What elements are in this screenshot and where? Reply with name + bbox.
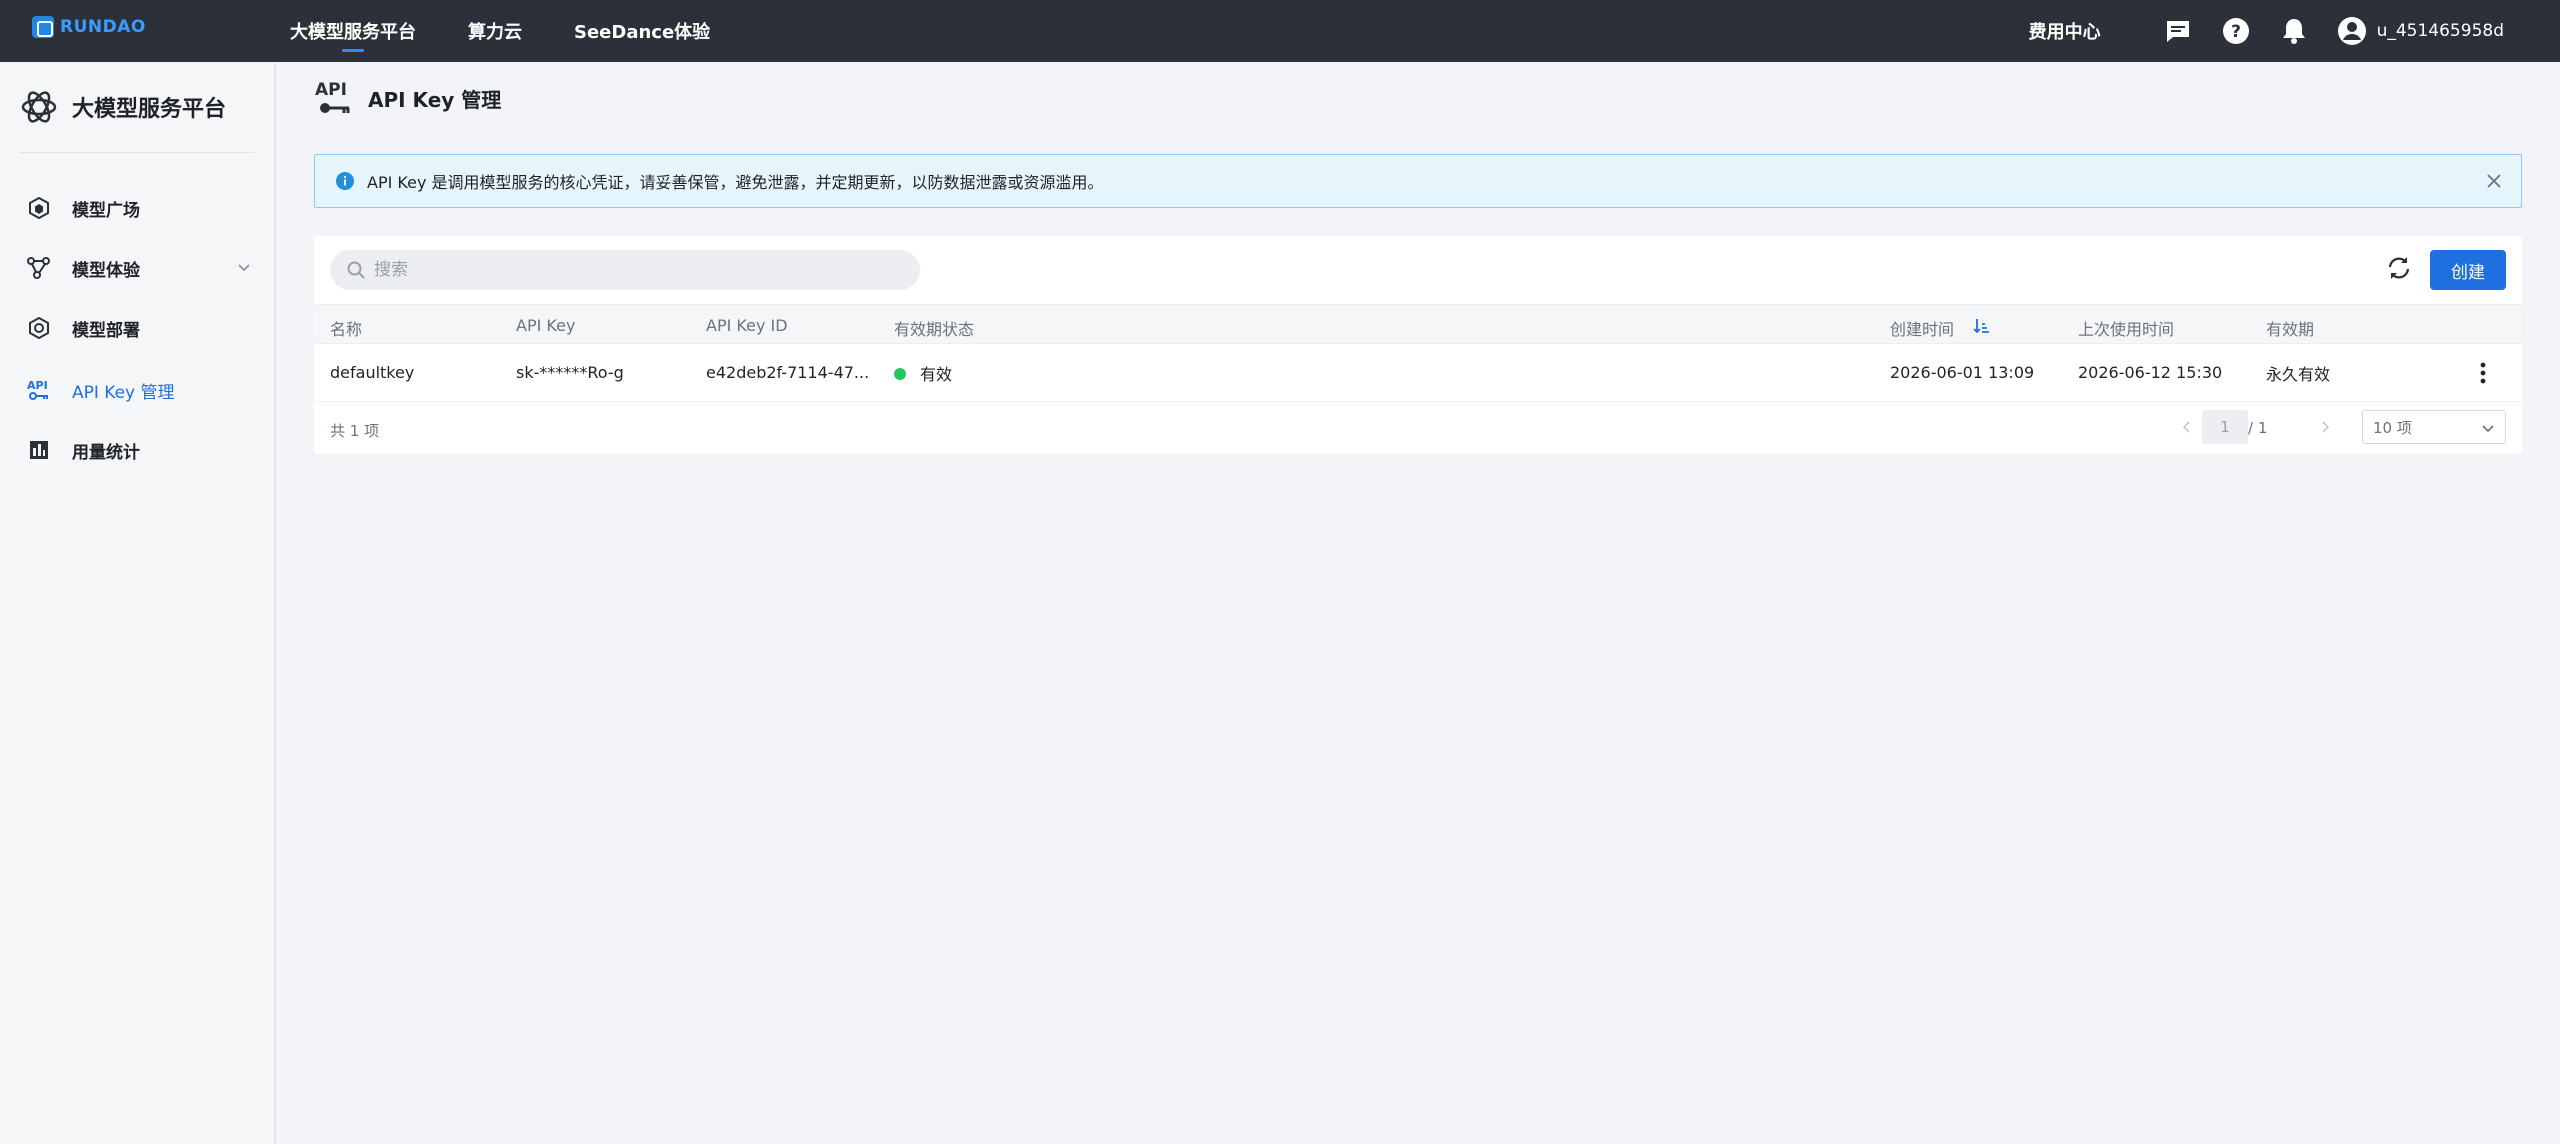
cell-api-key-id[interactable]: e42deb2f-7114-47... [706,363,869,382]
cell-last-used: 2026-06-12 15:30 [2078,363,2223,382]
column-header-status: 有效期状态 [894,320,975,339]
table-row[interactable]: defaultkey sk-******Ro-g e42deb2f-7114-4… [314,344,2522,402]
logo-icon [32,16,54,38]
more-actions-icon[interactable] [2468,358,2498,388]
svg-text:?: ? [2231,22,2241,42]
svg-text:API: API [315,80,347,100]
notification-bell-icon[interactable] [2279,16,2309,46]
info-icon [336,172,354,190]
close-icon[interactable] [2485,172,2503,190]
bar-chart-icon [26,437,52,463]
chevron-left-icon [2182,421,2190,433]
refresh-icon[interactable] [2384,253,2414,283]
sidebar-item-model-square[interactable]: 模型广场 [0,182,276,234]
chevron-down-icon [2482,425,2494,433]
sidebar-item-label: 模型部署 [72,320,140,341]
fee-center-link[interactable]: 费用中心 [2029,18,2101,44]
top-right-actions: 费用中心 ? u_451465958d [2029,0,2504,62]
cell-status: 有效 [920,365,953,384]
sidebar-brand-title: 大模型服务平台 [72,97,227,122]
search-icon [347,261,365,279]
column-header-api-key: API Key [516,316,576,335]
molecule-icon [26,255,52,281]
column-header-api-key-id: API Key ID [706,316,788,335]
chevron-down-icon[interactable] [236,259,252,275]
cell-created: 2026-06-01 13:09 [1890,363,2035,382]
sidebar-item-api-key[interactable]: API API Key 管理 [0,364,276,416]
sort-icon[interactable] [1972,317,1990,335]
alert-text: API Key 是调用模型服务的核心凭证，请妥善保管，避免泄露，并定期更新，以防… [367,173,1104,192]
top-navigation-bar: RUNDAO 大模型服务平台 算力云 SeeDance体验 费用中心 ? u_4… [0,0,2560,62]
topnav-seedance[interactable]: SeeDance体验 [574,0,710,62]
sidebar-item-usage-stats[interactable]: 用量统计 [0,424,276,476]
svg-text:API: API [27,379,48,392]
username: u_451465958d [2376,21,2504,41]
logo-text: RUNDAO [60,17,146,37]
table-header: 名称 API Key API Key ID 有效期状态 创建时间 上次使用时间 … [314,304,2522,344]
search-box[interactable] [330,250,920,290]
info-alert: API Key 是调用模型服务的核心凭证，请妥善保管，避免泄露，并定期更新，以防… [314,154,2522,208]
sidebar: 大模型服务平台 模型广场 模型体验 模型部署 API API Key 管理 用量… [0,62,276,1144]
user-menu[interactable]: u_451465958d [2337,16,2504,46]
message-icon[interactable] [2163,16,2193,46]
cell-name: defaultkey [330,363,415,382]
sidebar-item-model-experience[interactable]: 模型体验 [0,242,276,294]
topnav-compute-cloud[interactable]: 算力云 [468,0,522,62]
column-header-name: 名称 [330,320,363,339]
hexagon-icon [26,195,52,221]
column-header-last-used: 上次使用时间 [2078,320,2175,339]
topnav-llm-platform[interactable]: 大模型服务平台 [290,0,416,62]
page-total: / 1 [2248,419,2268,437]
sidebar-item-model-deploy[interactable]: 模型部署 [0,302,276,354]
cell-api-key[interactable]: sk-******Ro-g [516,363,624,382]
sidebar-item-label: API Key 管理 [72,382,175,403]
sidebar-item-label: 模型广场 [72,200,140,221]
avatar-icon [2337,17,2366,45]
cell-validity: 永久有效 [2266,365,2331,384]
sidebar-divider [20,152,254,153]
sidebar-item-label: 用量统计 [72,442,140,463]
sidebar-item-label: 模型体验 [72,260,140,281]
status-dot [894,368,906,380]
column-header-created: 创建时间 [1890,320,1955,339]
previous-page-button[interactable] [2172,412,2202,442]
page-size-value: 10 项 [2373,418,2412,437]
total-count: 共 1 项 [330,422,380,440]
top-nav: 大模型服务平台 算力云 SeeDance体验 [290,0,762,62]
help-icon[interactable]: ? [2221,16,2251,46]
page-title: API Key 管理 [368,87,502,112]
page-size-select[interactable]: 10 项 [2362,410,2506,444]
search-input[interactable] [374,260,894,280]
sidebar-brand: 大模型服务平台 [20,88,226,126]
page-header: API API Key 管理 [314,78,501,118]
platform-logo-icon [21,91,57,123]
api-key-icon: API [26,377,52,403]
column-header-validity: 有效期 [2266,320,2315,339]
api-key-title-icon: API [315,80,350,113]
logo[interactable]: RUNDAO [32,16,146,38]
api-key-table-card: 创建 名称 API Key API Key ID 有效期状态 创建时间 上次使用… [314,236,2522,454]
current-page-input[interactable]: 1 [2202,410,2248,444]
next-page-button[interactable] [2310,412,2340,442]
deploy-icon [26,315,52,341]
chevron-right-icon [2322,421,2330,433]
create-button[interactable]: 创建 [2430,250,2506,290]
